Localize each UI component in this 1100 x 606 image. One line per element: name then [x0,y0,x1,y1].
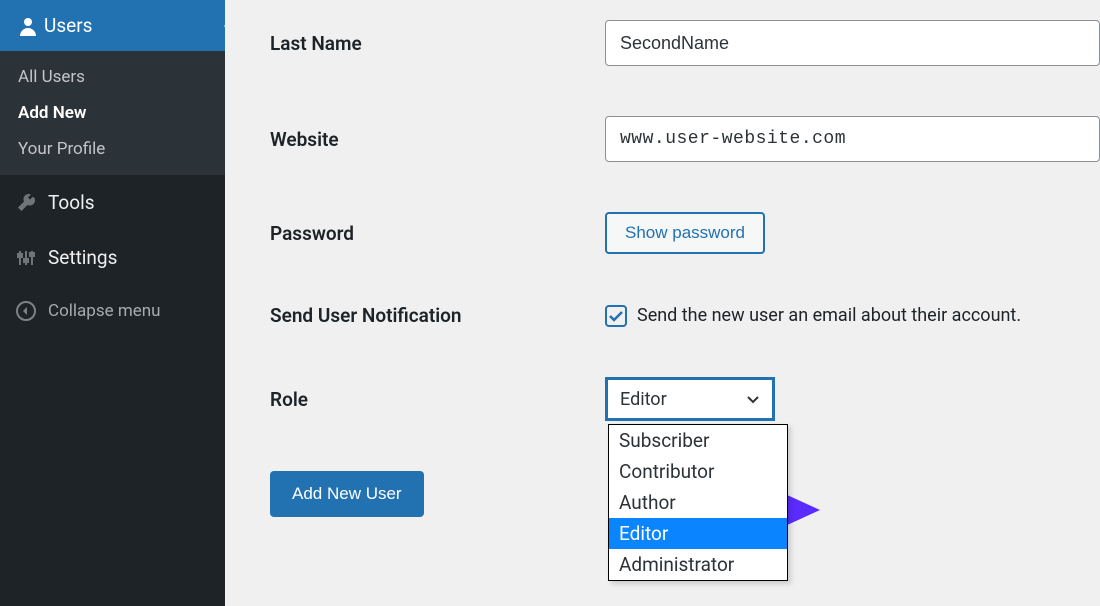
sliders-icon [16,248,48,268]
role-selected-value: Editor [620,389,667,410]
sidebar-settings-label: Settings [48,246,117,269]
last-name-label: Last Name [270,32,605,55]
role-option-editor[interactable]: Editor [609,518,787,549]
notification-checkbox[interactable] [605,305,627,327]
main-content: Last Name Website Password Show password… [225,0,1100,606]
role-option-administrator[interactable]: Administrator [609,549,787,580]
sidebar-submenu: All Users Add New Your Profile [0,51,225,175]
sidebar-users-label: Users [44,14,92,37]
role-label: Role [270,388,605,411]
notification-label: Send User Notification [270,304,605,327]
notification-text: Send the new user an email about their a… [637,305,1021,326]
role-option-author[interactable]: Author [609,487,787,518]
role-select[interactable]: Editor Subscriber Contributor Author Edi… [605,377,775,421]
collapse-icon [16,301,48,321]
add-new-user-button[interactable]: Add New User [270,471,424,517]
sidebar-tools-label: Tools [48,191,95,214]
sidebar-item-your-profile[interactable]: Your Profile [0,131,225,167]
role-option-subscriber[interactable]: Subscriber [609,425,787,456]
user-icon [18,16,44,36]
sidebar-item-add-new[interactable]: Add New [0,95,225,131]
admin-sidebar: Users All Users Add New Your Profile Too… [0,0,225,606]
password-label: Password [270,222,605,245]
website-label: Website [270,128,605,151]
sidebar-collapse-label: Collapse menu [48,301,161,321]
show-password-button[interactable]: Show password [605,212,765,254]
website-input[interactable] [605,116,1100,162]
last-name-input[interactable] [605,20,1100,66]
sidebar-item-users[interactable]: Users [0,0,225,51]
check-icon [608,308,624,324]
chevron-down-icon [744,390,762,408]
sidebar-collapse[interactable]: Collapse menu [0,285,225,337]
sidebar-item-tools[interactable]: Tools [0,175,225,230]
sidebar-item-settings[interactable]: Settings [0,230,225,285]
role-option-contributor[interactable]: Contributor [609,456,787,487]
wrench-icon [16,193,48,213]
sidebar-item-all-users[interactable]: All Users [0,59,225,95]
role-dropdown: Subscriber Contributor Author Editor Adm… [608,424,788,581]
